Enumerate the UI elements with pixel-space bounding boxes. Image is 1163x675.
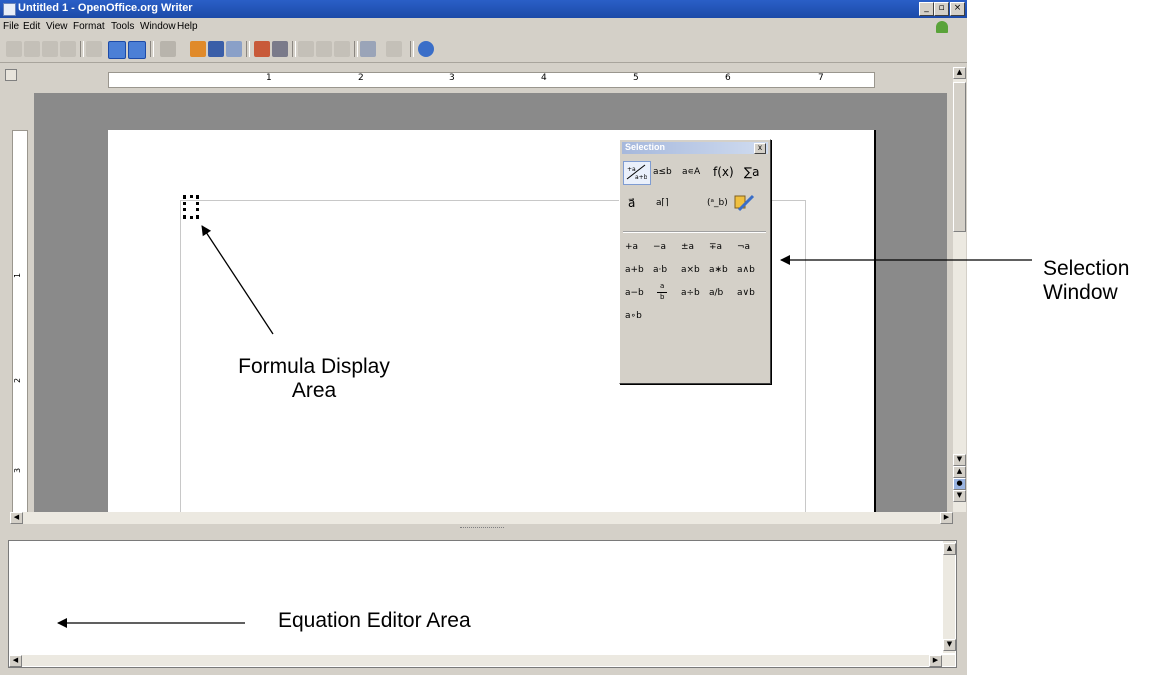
callout-arrows (57, 225, 1032, 628)
arrow-to-formula-display (201, 225, 274, 335)
